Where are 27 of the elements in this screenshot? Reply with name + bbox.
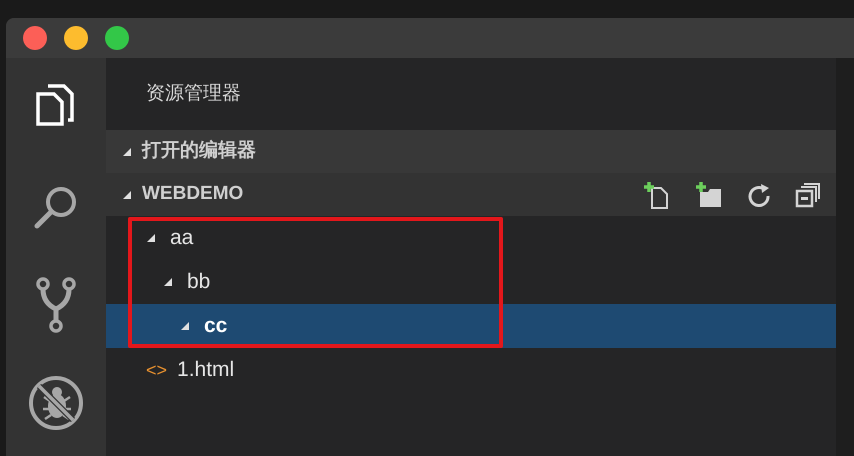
section-header[interactable]: 打开的编辑器 [106, 130, 836, 173]
file-name: 1.html [177, 357, 234, 384]
window-control-button[interactable] [105, 26, 129, 50]
new-folder-icon[interactable] [694, 180, 724, 210]
collapse-all-icon[interactable] [794, 180, 822, 208]
folder-name: cc [204, 313, 228, 340]
file-type-icon: <> [146, 356, 168, 384]
sidebar-title: 资源管理器 [146, 82, 241, 106]
folder-row[interactable]: cc [106, 304, 836, 348]
file-row[interactable]: <> 1.html [106, 348, 836, 392]
window-control-button[interactable] [23, 26, 47, 50]
section-title: 打开的编辑器 [142, 138, 257, 164]
folder-name: aa [170, 225, 194, 252]
refresh-icon[interactable] [746, 182, 772, 208]
section-title: WEBDEMO [142, 182, 244, 206]
folder-row[interactable]: bb [106, 260, 836, 304]
expanded-triangle-icon[interactable] [146, 233, 156, 243]
expanded-triangle-icon[interactable] [122, 146, 132, 156]
folder-name: bb [187, 269, 210, 296]
branch-icon[interactable] [35, 276, 77, 334]
folder-row[interactable]: aa [106, 216, 836, 260]
expanded-triangle-icon[interactable] [163, 277, 173, 287]
window-control-button[interactable] [64, 26, 88, 50]
expanded-triangle-icon[interactable] [180, 321, 190, 331]
expanded-triangle-icon[interactable] [122, 190, 132, 200]
section-header[interactable]: WEBDEMO [106, 173, 836, 216]
no-bug-icon[interactable] [28, 375, 84, 431]
